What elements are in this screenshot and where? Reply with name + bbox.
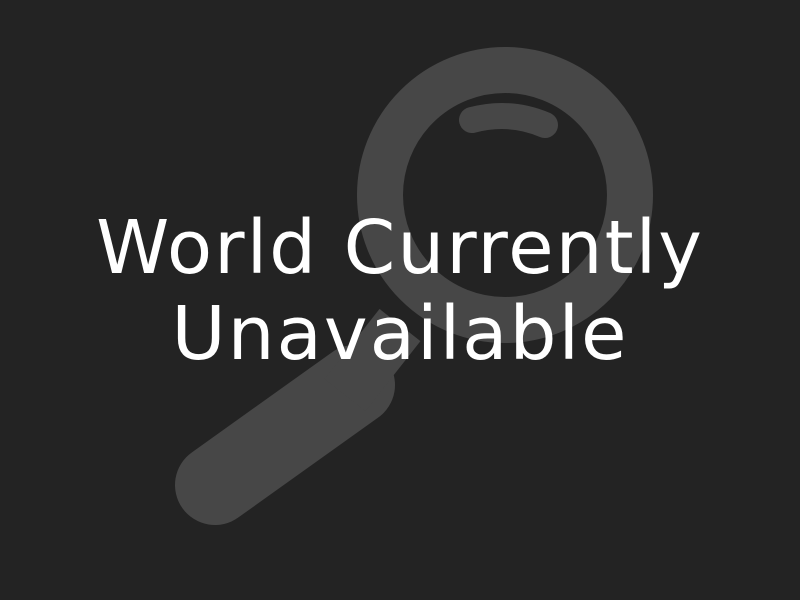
world-unavailable-screen: World Currently Unavailable: [0, 0, 800, 600]
message-line-1: World Currently: [96, 205, 704, 291]
unavailable-message: World Currently Unavailable: [0, 205, 800, 377]
message-line-2: Unavailable: [171, 291, 629, 377]
